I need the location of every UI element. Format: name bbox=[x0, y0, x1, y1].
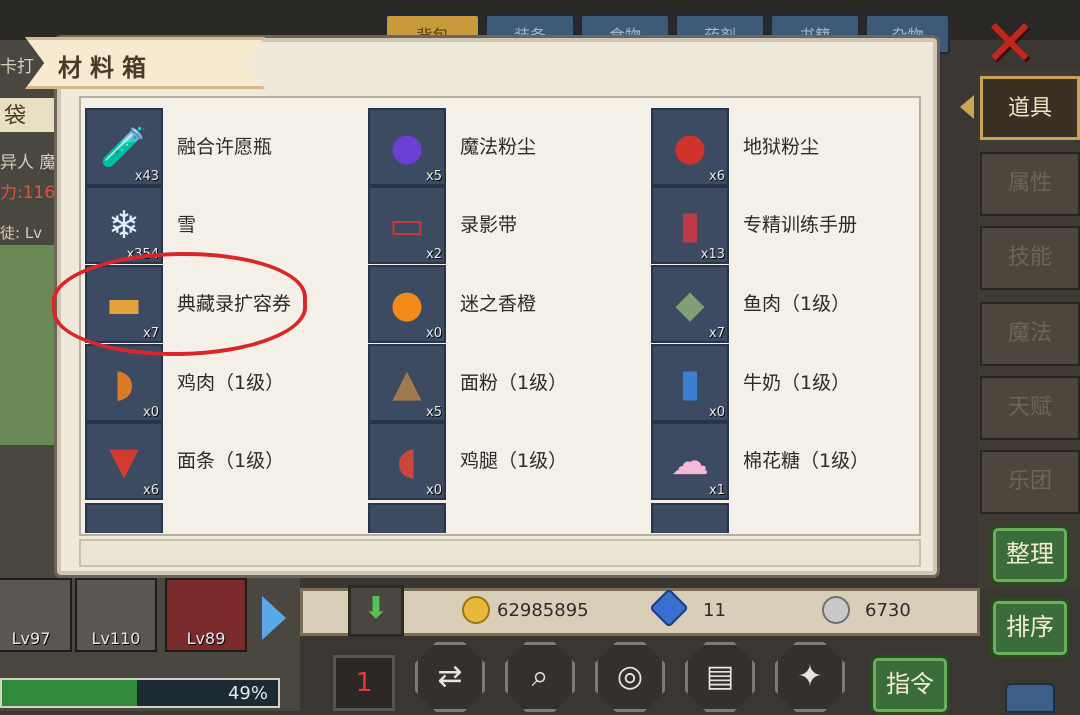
hero-portrait-2[interactable]: Lv110 bbox=[75, 578, 157, 652]
search-glass-icon[interactable]: ◎ bbox=[595, 642, 665, 712]
hero-level-3: Lv89 bbox=[186, 629, 226, 648]
item-cell[interactable]: ☁ x1 棉花糖（1级） bbox=[651, 422, 911, 500]
compass-icon[interactable]: ✦ bbox=[775, 642, 845, 712]
item-quantity: x13 bbox=[700, 247, 725, 262]
item-cell[interactable]: ▼ x6 面条（1级） bbox=[85, 422, 345, 500]
silver-amount: 6730 bbox=[865, 600, 911, 621]
left-line-3: 徒: Lv bbox=[0, 224, 43, 242]
side-tab-attributes[interactable]: 属性 bbox=[980, 152, 1080, 216]
next-arrow-icon[interactable] bbox=[262, 596, 286, 640]
item-quantity: x5 bbox=[426, 405, 442, 420]
item-icon-box: ▲ x5 bbox=[368, 344, 446, 422]
progress-text: 49% bbox=[227, 683, 268, 704]
item-cell-partial[interactable] bbox=[651, 503, 729, 533]
item-icon-box: ❄ x354 bbox=[85, 186, 163, 264]
hero-level-2: Lv110 bbox=[91, 629, 141, 648]
item-name: 专精训练手册 bbox=[743, 214, 858, 236]
item-name: 鸡腿（1级） bbox=[460, 450, 568, 472]
item-name: 牛奶（1级） bbox=[743, 372, 851, 394]
item-cell[interactable]: ◗ x0 鸡肉（1级） bbox=[85, 344, 345, 422]
item-icon-box: ◗ x0 bbox=[85, 344, 163, 422]
command-button[interactable]: 指令 bbox=[870, 655, 950, 715]
hero-level-1: Lv97 bbox=[11, 629, 51, 648]
gem-amount: 11 bbox=[703, 600, 726, 621]
silver-coin-icon bbox=[822, 596, 850, 624]
item-quantity: x2 bbox=[426, 247, 442, 262]
item-icon-box: ● x6 bbox=[651, 108, 729, 186]
item-name: 录影带 bbox=[460, 214, 518, 236]
hero-portrait-3[interactable]: Lv89 bbox=[165, 578, 247, 652]
item-name: 面粉（1级） bbox=[460, 372, 568, 394]
item-icon-box: ▮ x0 bbox=[651, 344, 729, 422]
download-arrow-icon[interactable]: ⬇ bbox=[348, 585, 404, 637]
book-icon[interactable]: ▤ bbox=[685, 642, 755, 712]
magnify-icon[interactable]: ⌕ bbox=[505, 642, 575, 712]
item-quantity: x1 bbox=[709, 483, 725, 498]
active-tab-arrow-icon bbox=[960, 95, 974, 119]
item-quantity: x0 bbox=[426, 483, 442, 498]
item-icon-box: ▭ x2 bbox=[368, 186, 446, 264]
item-cell[interactable]: ▮ x13 专精训练手册 bbox=[651, 186, 911, 264]
close-x-icon[interactable]: ✕ bbox=[983, 12, 1037, 76]
side-tab-magic[interactable]: 魔法 bbox=[980, 302, 1080, 366]
item-icon-box: ☁ x1 bbox=[651, 422, 729, 500]
item-name: 鸡肉（1级） bbox=[177, 372, 285, 394]
item-name: 地狱粉尘 bbox=[743, 136, 820, 158]
item-name: 面条（1级） bbox=[177, 450, 285, 472]
item-cell[interactable]: ◆ x7 鱼肉（1级） bbox=[651, 265, 911, 343]
order-button[interactable]: 排序 bbox=[990, 598, 1070, 658]
item-cell[interactable]: ▭ x2 录影带 bbox=[368, 186, 628, 264]
item-name: 魔法粉尘 bbox=[460, 136, 537, 158]
left-line-2: 力:116 bbox=[0, 183, 56, 203]
search-icon[interactable] bbox=[1005, 683, 1055, 713]
item-name: 融合许愿瓶 bbox=[177, 136, 273, 158]
gold-coin-icon bbox=[462, 596, 490, 624]
side-tab-band[interactable]: 乐团 bbox=[980, 450, 1080, 514]
item-cell[interactable]: ▮ x0 牛奶（1级） bbox=[651, 344, 911, 422]
modal-footer bbox=[79, 539, 921, 567]
item-cell[interactable]: 🧪 x43 融合许愿瓶 bbox=[85, 108, 345, 186]
item-quantity: x0 bbox=[426, 326, 442, 341]
item-icon-box: ● x5 bbox=[368, 108, 446, 186]
side-tab-talent[interactable]: 天赋 bbox=[980, 376, 1080, 440]
progress-bar: 49% bbox=[0, 678, 280, 708]
side-tab-items[interactable]: 道具 bbox=[980, 76, 1080, 140]
item-cell-partial[interactable] bbox=[368, 503, 446, 533]
item-quantity: x7 bbox=[709, 326, 725, 341]
item-cell[interactable]: ● x5 魔法粉尘 bbox=[368, 108, 628, 186]
item-quantity: x5 bbox=[426, 169, 442, 184]
gold-amount: 62985895 bbox=[497, 600, 589, 621]
item-quantity: x0 bbox=[709, 405, 725, 420]
item-quantity: x6 bbox=[709, 169, 725, 184]
item-cell-partial[interactable] bbox=[85, 503, 163, 533]
item-cell[interactable]: ● x0 迷之香橙 bbox=[368, 265, 628, 343]
item-cell[interactable]: ◖ x0 鸡腿（1级） bbox=[368, 422, 628, 500]
item-quantity: x0 bbox=[143, 405, 159, 420]
item-cell[interactable]: ▲ x5 面粉（1级） bbox=[368, 344, 628, 422]
item-icon-box: ● x0 bbox=[368, 265, 446, 343]
item-icon-box: 🧪 x43 bbox=[85, 108, 163, 186]
item-icon-box: ◖ x0 bbox=[368, 422, 446, 500]
progress-fill bbox=[2, 680, 138, 706]
side-tab-skills[interactable]: 技能 bbox=[980, 226, 1080, 290]
modal-title: 材料箱 bbox=[58, 54, 154, 82]
item-name: 雪 bbox=[177, 214, 197, 236]
item-quantity: x43 bbox=[134, 169, 159, 184]
sort-button[interactable]: 整理 bbox=[990, 525, 1070, 585]
left-card: 袋 bbox=[0, 98, 62, 132]
left-scene-image bbox=[0, 245, 60, 445]
item-icon-box: ◆ x7 bbox=[651, 265, 729, 343]
item-name: 棉花糖（1级） bbox=[743, 450, 870, 472]
item-name: 迷之香橙 bbox=[460, 293, 537, 315]
hero-portrait-1[interactable]: Lv97 bbox=[0, 578, 72, 652]
item-icon-box: ▼ x6 bbox=[85, 422, 163, 500]
item-cell[interactable]: ● x6 地狱粉尘 bbox=[651, 108, 911, 186]
item-icon-box: ▮ x13 bbox=[651, 186, 729, 264]
item-quantity: x6 bbox=[143, 483, 159, 498]
item-name: 鱼肉（1级） bbox=[743, 293, 851, 315]
swap-arrows-icon[interactable]: ⇄ bbox=[415, 642, 485, 712]
team-order-icon[interactable]: 1 bbox=[333, 655, 395, 711]
left-line-1: 异人 魔 bbox=[0, 153, 57, 173]
